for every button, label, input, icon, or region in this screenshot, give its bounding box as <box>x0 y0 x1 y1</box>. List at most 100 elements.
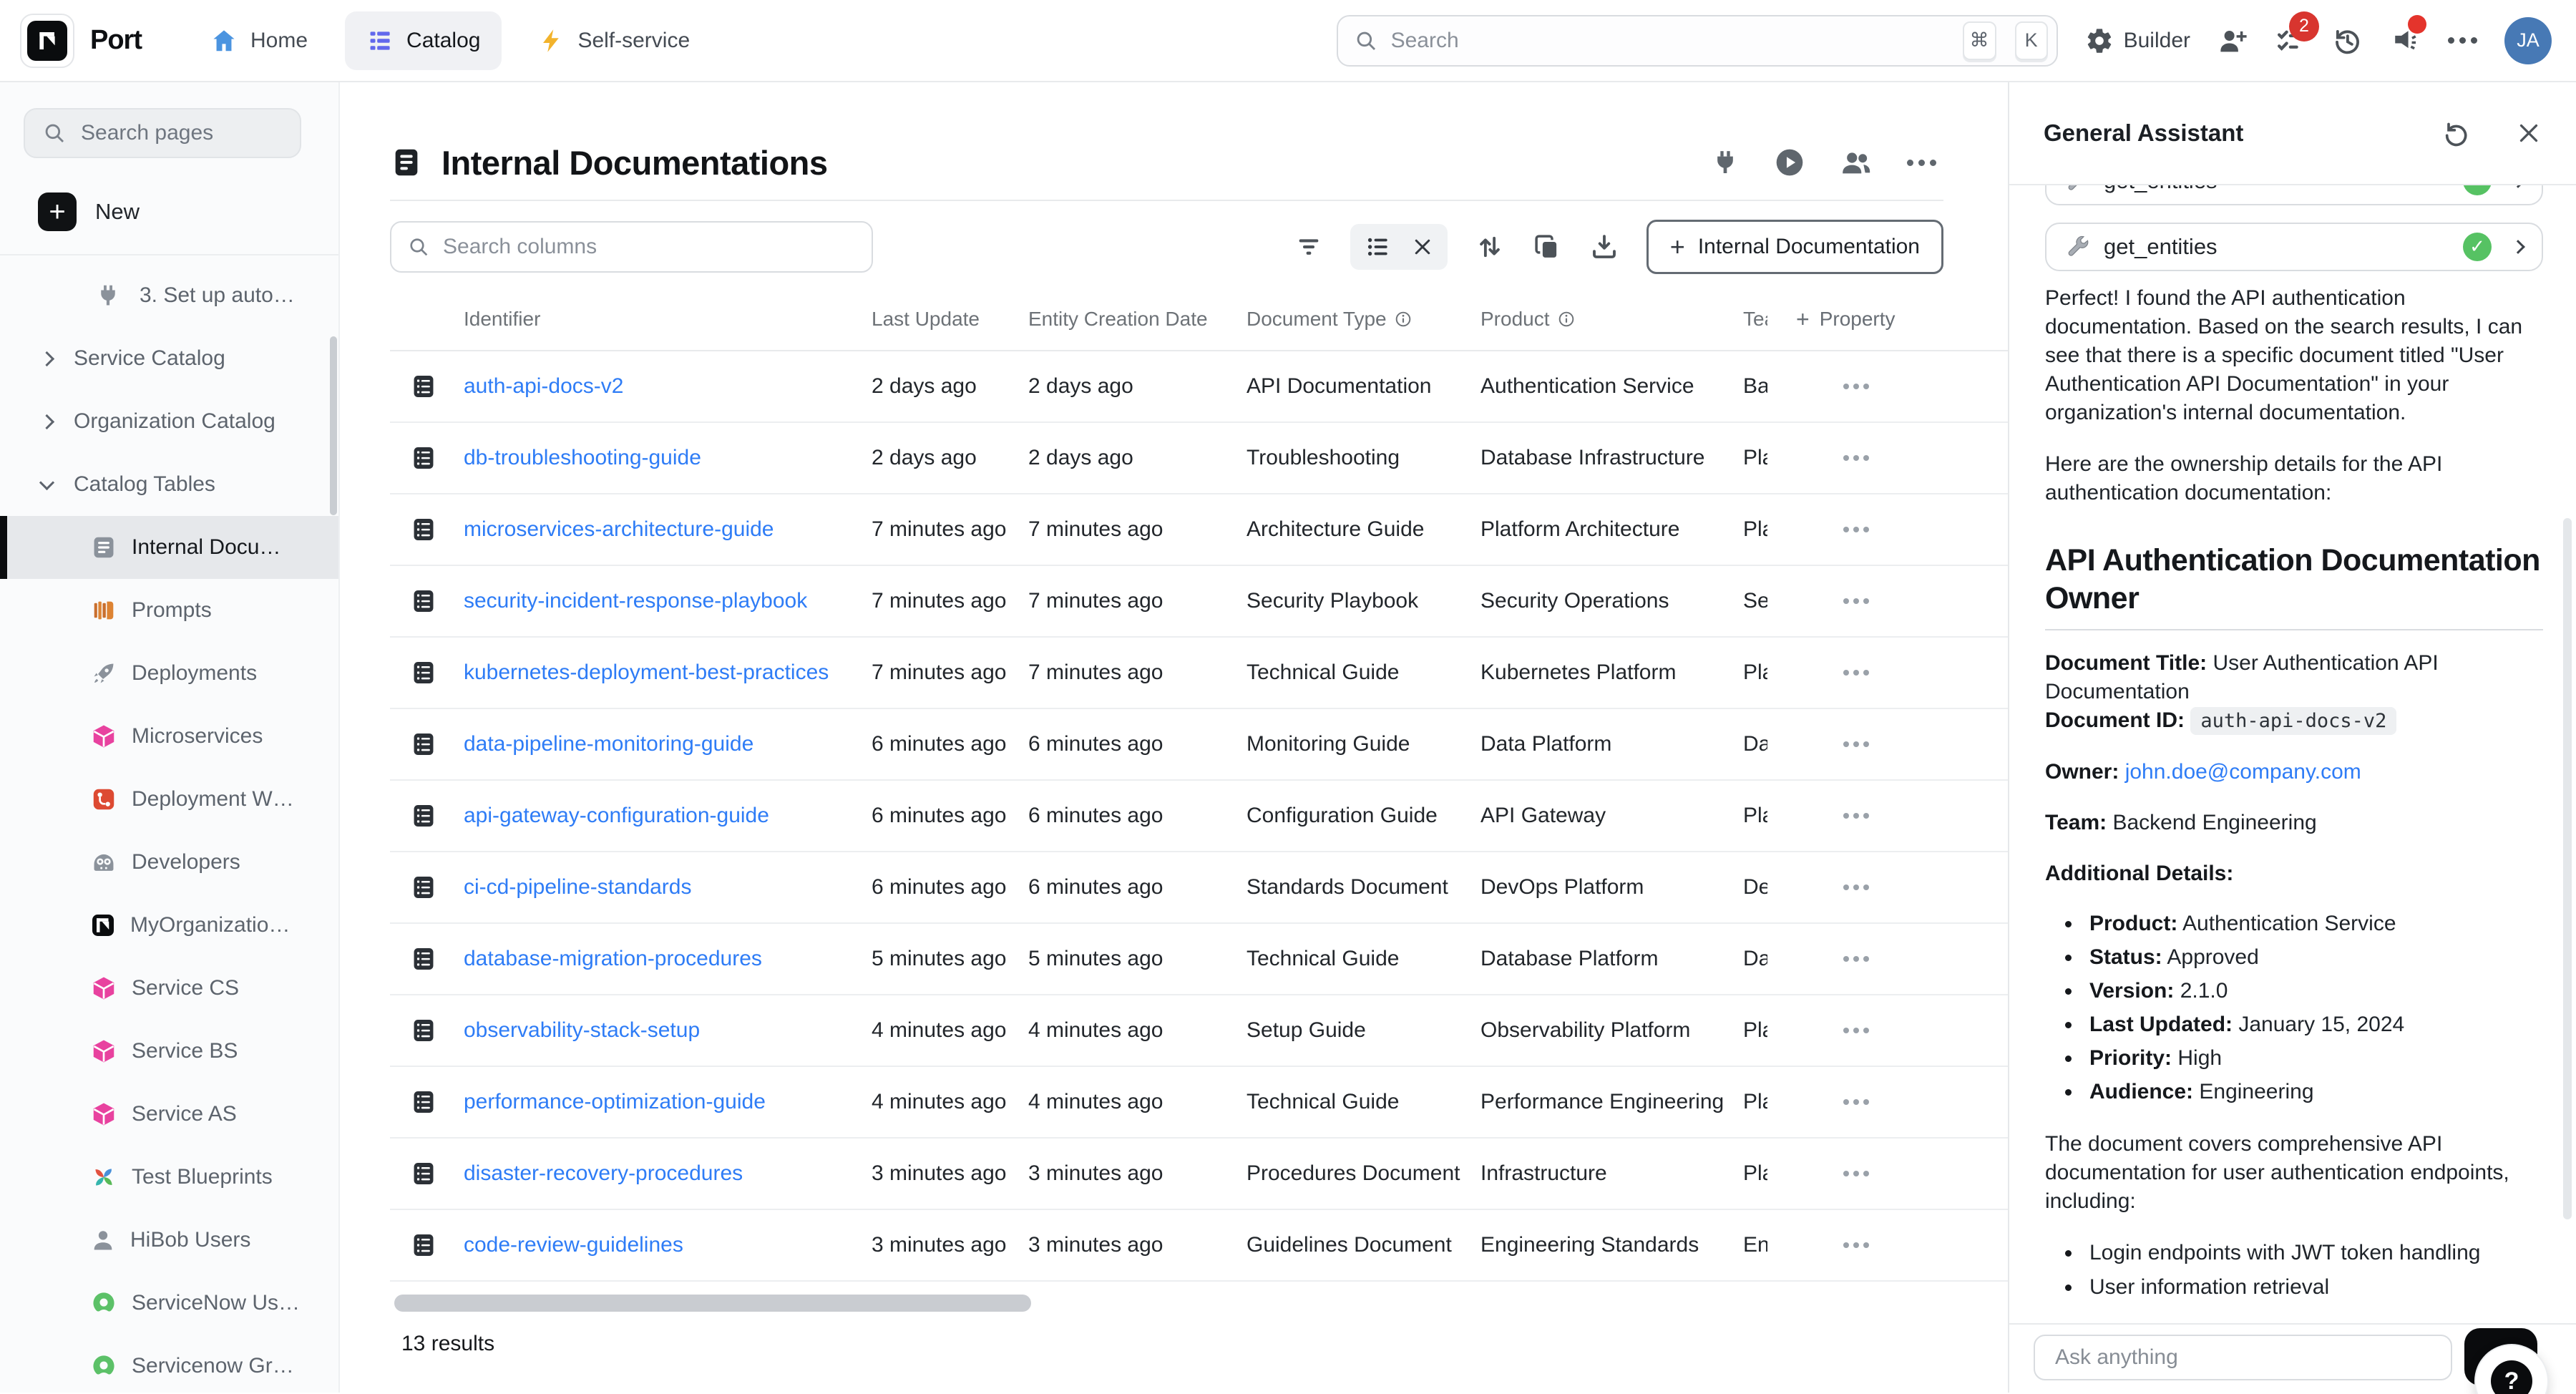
panel-scrollbar[interactable] <box>2563 518 2572 1219</box>
sidebar-item-service-cs[interactable]: Service CS <box>0 957 338 1020</box>
row-menu-button[interactable] <box>1843 741 1869 747</box>
sort-icon[interactable] <box>1475 232 1505 262</box>
row-menu-button[interactable] <box>1843 527 1869 532</box>
announcements-button[interactable] <box>2389 25 2421 57</box>
entity-link[interactable]: auth-api-docs-v2 <box>464 374 623 398</box>
table-row[interactable]: code-review-guidelines 3 minutes ago 3 m… <box>390 1210 2008 1282</box>
sidebar-item-developers[interactable]: Developers <box>0 831 338 894</box>
page-more-button[interactable] <box>1907 160 1936 166</box>
sidebar-item-test-blueprints[interactable]: Test Blueprints <box>0 1146 338 1209</box>
row-menu-button[interactable] <box>1843 384 1869 389</box>
add-property-button[interactable]: + Property <box>1767 288 2008 351</box>
sidebar-search-input[interactable]: Search pages <box>24 108 301 158</box>
builder-button[interactable]: Builder <box>2085 26 2190 55</box>
more-menu-button[interactable] <box>2448 37 2477 44</box>
cell-created: 7 minutes ago <box>1028 589 1246 613</box>
sidebar-item-internal-documentations[interactable]: Internal Docu… <box>0 516 338 579</box>
entity-link[interactable]: ci-cd-pipeline-standards <box>464 875 692 899</box>
tab-self-service[interactable]: Self-service <box>517 11 711 70</box>
entity-link[interactable]: security-incident-response-playbook <box>464 589 807 613</box>
column-doc-type[interactable]: Document Type <box>1246 308 1480 331</box>
close-icon[interactable] <box>2516 120 2542 146</box>
column-last-update[interactable]: Last Update <box>872 308 1028 331</box>
column-identifier[interactable]: Identifier <box>464 308 872 331</box>
ask-anything-input[interactable]: Ask anything <box>2034 1335 2452 1380</box>
row-menu-button[interactable] <box>1843 1099 1869 1105</box>
sidebar-item-myorganization[interactable]: MyOrganizatio… <box>0 894 338 957</box>
search-columns-input[interactable]: Search columns <box>390 221 873 273</box>
table-row[interactable]: kubernetes-deployment-best-practices 7 m… <box>390 638 2008 709</box>
table-row[interactable]: api-gateway-configuration-guide 6 minute… <box>390 781 2008 852</box>
row-menu-button[interactable] <box>1843 884 1869 890</box>
table-row[interactable]: database-migration-procedures 5 minutes … <box>390 924 2008 995</box>
sidebar-item-setup-auto[interactable]: 3. Set up auto… <box>0 264 338 327</box>
entity-link[interactable]: performance-optimization-guide <box>464 1090 766 1113</box>
tool-call-chip[interactable]: get_entities ✓ <box>2045 185 2543 205</box>
tool-call-chip[interactable]: get_entities ✓ <box>2045 223 2543 271</box>
port-logo[interactable] <box>20 14 74 68</box>
entity-link[interactable]: kubernetes-deployment-best-practices <box>464 661 829 684</box>
invite-users-button[interactable] <box>2218 26 2248 56</box>
table-row[interactable]: ci-cd-pipeline-standards 6 minutes ago 6… <box>390 852 2008 924</box>
avatar[interactable]: JA <box>2504 17 2552 64</box>
sidebar-item-service-as[interactable]: Service AS <box>0 1083 338 1146</box>
tab-catalog[interactable]: Catalog <box>345 11 502 70</box>
table-row[interactable]: data-pipeline-monitoring-guide 6 minutes… <box>390 709 2008 781</box>
horizontal-scrollbar[interactable] <box>394 1295 1031 1312</box>
owner-email-link[interactable]: john.doe@company.com <box>2125 760 2361 784</box>
audience-button[interactable] <box>1840 146 1873 179</box>
sidebar-item-prompts[interactable]: Prompts <box>0 579 338 642</box>
entity-link[interactable]: disaster-recovery-procedures <box>464 1161 743 1185</box>
new-page-button[interactable]: + New <box>38 192 338 231</box>
add-internal-documentation-button[interactable]: + Internal Documentation <box>1646 220 1943 274</box>
sidebar-item-organization-catalog[interactable]: Organization Catalog <box>0 390 338 453</box>
play-button[interactable] <box>1774 147 1805 178</box>
sidebar-item-servicenow-users[interactable]: ServiceNow Us… <box>0 1272 338 1335</box>
row-menu-button[interactable] <box>1843 1028 1869 1033</box>
sidebar-item-service-catalog[interactable]: Service Catalog <box>0 327 338 390</box>
copy-icon[interactable] <box>1532 232 1562 262</box>
sidebar-item-deployment-workflows[interactable]: Deployment W… <box>0 768 338 831</box>
table-row[interactable]: security-incident-response-playbook 7 mi… <box>390 566 2008 638</box>
list-view-icon[interactable] <box>1365 233 1392 260</box>
entity-link[interactable]: microservices-architecture-guide <box>464 517 774 541</box>
tasks-button[interactable]: 2 <box>2275 26 2305 56</box>
sidebar-item-microservices[interactable]: Microservices <box>0 705 338 768</box>
table-row[interactable]: performance-optimization-guide 4 minutes… <box>390 1067 2008 1139</box>
row-menu-button[interactable] <box>1843 1171 1869 1176</box>
row-menu-button[interactable] <box>1843 455 1869 461</box>
column-created[interactable]: Entity Creation Date <box>1028 308 1246 331</box>
tab-home[interactable]: Home <box>189 11 329 70</box>
entity-link[interactable]: data-pipeline-monitoring-guide <box>464 732 753 756</box>
table-row[interactable]: disaster-recovery-procedures 3 minutes a… <box>390 1139 2008 1210</box>
sidebar-item-service-bs[interactable]: Service BS <box>0 1020 338 1083</box>
assistant-conversation[interactable]: get_entities ✓ get_entities ✓ Perfect! I… <box>2009 185 2576 1323</box>
history-button[interactable] <box>2332 26 2362 56</box>
download-icon[interactable] <box>1589 232 1619 262</box>
sidebar-item-deployments[interactable]: Deployments <box>0 642 338 705</box>
column-product[interactable]: Product <box>1480 308 1743 331</box>
row-menu-button[interactable] <box>1843 1242 1869 1248</box>
clear-view-icon[interactable] <box>1412 236 1433 258</box>
entity-link[interactable]: database-migration-procedures <box>464 947 762 970</box>
entity-link[interactable]: observability-stack-setup <box>464 1018 700 1042</box>
ingest-data-button[interactable] <box>1711 148 1740 177</box>
entity-link[interactable]: api-gateway-configuration-guide <box>464 804 769 827</box>
table-row[interactable]: microservices-architecture-guide 7 minut… <box>390 494 2008 566</box>
sidebar-item-hibob-users[interactable]: HiBob Users <box>0 1209 338 1272</box>
sidebar-item-servicenow-groups[interactable]: Servicenow Gr… <box>0 1335 338 1393</box>
reset-conversation-icon[interactable] <box>2441 119 2470 147</box>
sidebar-scrollbar[interactable] <box>330 336 337 515</box>
filter-icon[interactable] <box>1294 233 1323 261</box>
entity-link[interactable]: code-review-guidelines <box>464 1233 683 1257</box>
row-menu-button[interactable] <box>1843 670 1869 676</box>
row-menu-button[interactable] <box>1843 956 1869 962</box>
table-row[interactable]: db-troubleshooting-guide 2 days ago 2 da… <box>390 423 2008 494</box>
table-row[interactable]: auth-api-docs-v2 2 days ago 2 days ago A… <box>390 351 2008 423</box>
sidebar-item-catalog-tables[interactable]: Catalog Tables <box>0 453 338 516</box>
entity-link[interactable]: db-troubleshooting-guide <box>464 446 701 469</box>
global-search-input[interactable]: Search ⌘ K <box>1337 15 2058 67</box>
row-menu-button[interactable] <box>1843 813 1869 819</box>
row-menu-button[interactable] <box>1843 598 1869 604</box>
table-row[interactable]: observability-stack-setup 4 minutes ago … <box>390 995 2008 1067</box>
